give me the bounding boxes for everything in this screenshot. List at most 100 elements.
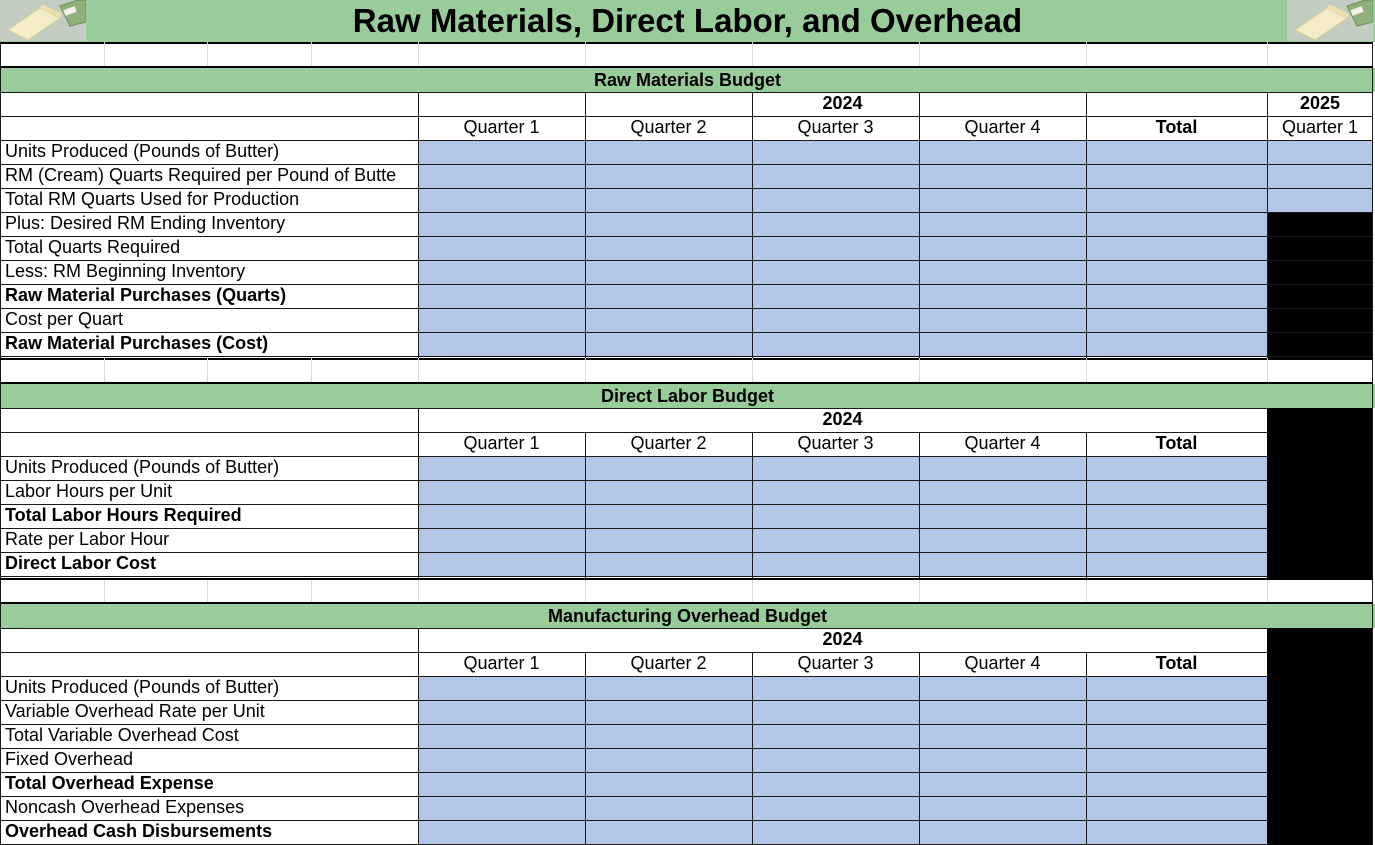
dl-input-cell[interactable] xyxy=(752,480,919,504)
dl-input-cell[interactable] xyxy=(418,504,585,528)
rm-input-cell[interactable] xyxy=(418,164,585,188)
dl-input-cell[interactable] xyxy=(919,456,1086,480)
oh-input-cell[interactable] xyxy=(585,772,752,796)
rm-input-cell[interactable] xyxy=(418,284,585,308)
oh-input-cell[interactable] xyxy=(1086,772,1267,796)
dl-input-cell[interactable] xyxy=(919,528,1086,552)
rm-input-cell[interactable] xyxy=(1086,212,1267,236)
rm-input-cell[interactable] xyxy=(752,212,919,236)
dl-input-cell[interactable] xyxy=(1086,480,1267,504)
oh-input-cell[interactable] xyxy=(418,676,585,700)
oh-input-cell[interactable] xyxy=(752,724,919,748)
rm-input-cell[interactable] xyxy=(418,308,585,332)
oh-input-cell[interactable] xyxy=(919,724,1086,748)
rm-input-cell[interactable] xyxy=(919,212,1086,236)
rm-input-cell[interactable] xyxy=(585,140,752,164)
oh-input-cell[interactable] xyxy=(418,772,585,796)
dl-input-cell[interactable] xyxy=(418,552,585,576)
dl-input-cell[interactable] xyxy=(585,552,752,576)
rm-input-cell[interactable] xyxy=(919,284,1086,308)
rm-input-cell[interactable] xyxy=(1086,332,1267,356)
rm-input-cell[interactable] xyxy=(585,212,752,236)
rm-input-cell[interactable] xyxy=(919,308,1086,332)
rm-input-cell[interactable] xyxy=(418,188,585,212)
oh-input-cell[interactable] xyxy=(418,700,585,724)
rm-input-cell[interactable] xyxy=(1086,236,1267,260)
rm-input-cell[interactable] xyxy=(752,332,919,356)
dl-input-cell[interactable] xyxy=(1086,456,1267,480)
dl-input-cell[interactable] xyxy=(585,504,752,528)
rm-input-cell[interactable] xyxy=(919,260,1086,284)
rm-input-cell[interactable] xyxy=(1086,308,1267,332)
dl-input-cell[interactable] xyxy=(418,528,585,552)
oh-input-cell[interactable] xyxy=(418,748,585,772)
dl-input-cell[interactable] xyxy=(752,504,919,528)
rm-input-cell[interactable] xyxy=(1086,260,1267,284)
dl-input-cell[interactable] xyxy=(919,480,1086,504)
rm-input-cell[interactable] xyxy=(752,164,919,188)
rm-input-cell[interactable] xyxy=(752,260,919,284)
dl-input-cell[interactable] xyxy=(585,480,752,504)
rm-input-cell[interactable] xyxy=(1086,188,1267,212)
oh-input-cell[interactable] xyxy=(585,748,752,772)
rm-input-cell[interactable] xyxy=(919,188,1086,212)
rm-input-cell[interactable] xyxy=(919,236,1086,260)
dl-input-cell[interactable] xyxy=(752,456,919,480)
rm-input-cell[interactable] xyxy=(418,332,585,356)
rm-input-cell[interactable] xyxy=(585,284,752,308)
oh-input-cell[interactable] xyxy=(585,676,752,700)
oh-input-cell[interactable] xyxy=(919,748,1086,772)
rm-2025-input-cell[interactable] xyxy=(1267,164,1373,188)
oh-input-cell[interactable] xyxy=(418,796,585,820)
oh-input-cell[interactable] xyxy=(418,724,585,748)
rm-input-cell[interactable] xyxy=(418,260,585,284)
dl-input-cell[interactable] xyxy=(585,456,752,480)
oh-input-cell[interactable] xyxy=(919,820,1086,844)
oh-input-cell[interactable] xyxy=(752,676,919,700)
rm-input-cell[interactable] xyxy=(585,164,752,188)
dl-input-cell[interactable] xyxy=(418,456,585,480)
oh-input-cell[interactable] xyxy=(919,796,1086,820)
dl-input-cell[interactable] xyxy=(1086,552,1267,576)
rm-input-cell[interactable] xyxy=(752,308,919,332)
oh-input-cell[interactable] xyxy=(1086,724,1267,748)
dl-input-cell[interactable] xyxy=(418,480,585,504)
rm-input-cell[interactable] xyxy=(585,260,752,284)
rm-input-cell[interactable] xyxy=(919,140,1086,164)
rm-2025-input-cell[interactable] xyxy=(1267,188,1373,212)
rm-input-cell[interactable] xyxy=(919,164,1086,188)
oh-input-cell[interactable] xyxy=(919,700,1086,724)
oh-input-cell[interactable] xyxy=(1086,700,1267,724)
rm-input-cell[interactable] xyxy=(752,284,919,308)
rm-input-cell[interactable] xyxy=(585,332,752,356)
oh-input-cell[interactable] xyxy=(1086,796,1267,820)
dl-input-cell[interactable] xyxy=(585,528,752,552)
oh-input-cell[interactable] xyxy=(1086,820,1267,844)
oh-input-cell[interactable] xyxy=(919,772,1086,796)
rm-input-cell[interactable] xyxy=(752,140,919,164)
oh-input-cell[interactable] xyxy=(752,748,919,772)
dl-input-cell[interactable] xyxy=(919,552,1086,576)
rm-input-cell[interactable] xyxy=(919,332,1086,356)
rm-input-cell[interactable] xyxy=(418,236,585,260)
oh-input-cell[interactable] xyxy=(752,820,919,844)
dl-input-cell[interactable] xyxy=(1086,528,1267,552)
oh-input-cell[interactable] xyxy=(585,700,752,724)
oh-input-cell[interactable] xyxy=(585,820,752,844)
oh-input-cell[interactable] xyxy=(1086,748,1267,772)
oh-input-cell[interactable] xyxy=(585,724,752,748)
dl-input-cell[interactable] xyxy=(1086,504,1267,528)
rm-input-cell[interactable] xyxy=(585,188,752,212)
rm-input-cell[interactable] xyxy=(752,188,919,212)
dl-input-cell[interactable] xyxy=(752,528,919,552)
dl-input-cell[interactable] xyxy=(752,552,919,576)
rm-input-cell[interactable] xyxy=(1086,140,1267,164)
rm-input-cell[interactable] xyxy=(1086,284,1267,308)
rm-input-cell[interactable] xyxy=(752,236,919,260)
oh-input-cell[interactable] xyxy=(1086,676,1267,700)
oh-input-cell[interactable] xyxy=(752,772,919,796)
rm-2025-input-cell[interactable] xyxy=(1267,140,1373,164)
oh-input-cell[interactable] xyxy=(585,796,752,820)
dl-input-cell[interactable] xyxy=(919,504,1086,528)
oh-input-cell[interactable] xyxy=(418,820,585,844)
